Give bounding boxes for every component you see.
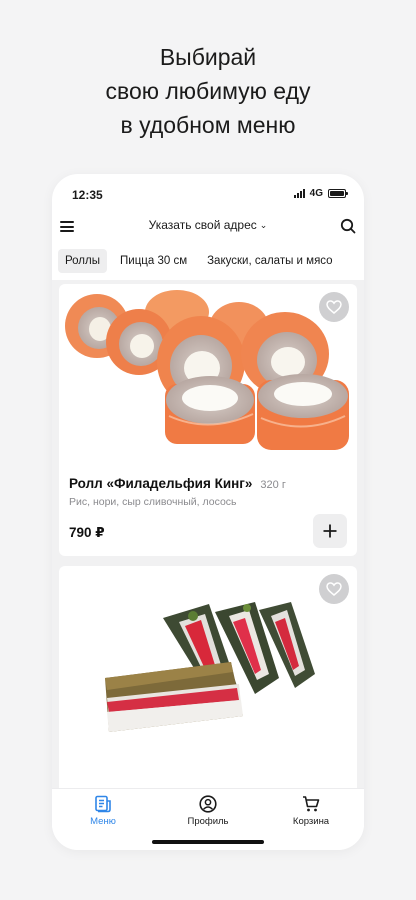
app-header: Указать свой адрес ⌄ — [52, 214, 364, 240]
product-title-row: Ролл «Филадельфия Кинг» 320 г — [69, 476, 286, 491]
nav-cart[interactable]: Корзина — [266, 795, 356, 827]
address-selector[interactable]: Указать свой адрес ⌄ — [52, 218, 364, 232]
heart-icon — [326, 582, 342, 596]
signal-icon — [293, 189, 305, 198]
product-price: 790 ₽ — [69, 525, 105, 540]
favorite-button[interactable] — [319, 292, 349, 322]
favorite-button[interactable] — [319, 574, 349, 604]
product-weight: 320 г — [260, 479, 286, 491]
address-label: Указать свой адрес — [148, 218, 257, 232]
promo-headline: Выбирай свою любимую еду в удобном меню — [0, 40, 416, 142]
nav-profile[interactable]: Профиль — [163, 795, 253, 827]
nav-profile-label: Профиль — [187, 816, 229, 827]
menu-document-icon — [95, 795, 111, 813]
product-description: Рис, нори, сыр сливочный, лосось — [69, 496, 237, 508]
promo-line-2: свою любимую еду — [105, 78, 311, 104]
promo-line-1: Выбирай — [159, 44, 257, 70]
nav-cart-label: Корзина — [292, 816, 330, 827]
profile-icon — [199, 795, 217, 813]
network-type: 4G — [309, 188, 323, 199]
tab-pizza[interactable]: Пицца 30 см — [113, 249, 194, 273]
battery-icon — [328, 189, 348, 198]
plus-icon — [323, 524, 337, 538]
tab-snacks[interactable]: Закуски, салаты и мясо — [200, 249, 339, 273]
product-image-philadelphia-roll — [65, 290, 349, 450]
nav-menu-label: Меню — [90, 816, 116, 827]
tab-rolls[interactable]: Роллы — [58, 249, 107, 273]
heart-icon — [326, 300, 342, 314]
home-indicator[interactable] — [152, 840, 264, 844]
product-card[interactable] — [59, 566, 357, 788]
category-tabs: Роллы Пицца 30 см Закуски, салаты и мясо — [58, 248, 340, 274]
product-card[interactable]: Ролл «Филадельфия Кинг» 320 г Рис, нори,… — [59, 284, 357, 556]
status-bar: 12:35 4G — [52, 174, 364, 214]
product-image-tempura-sandwich-roll — [105, 602, 315, 732]
product-feed[interactable]: Ролл «Филадельфия Кинг» 320 г Рис, нори,… — [52, 280, 364, 788]
nav-menu[interactable]: Меню — [58, 795, 148, 827]
add-to-cart-button[interactable] — [313, 514, 347, 548]
phone-frame: 12:35 4G Указать свой адрес ⌄ Роллы Пицца… — [52, 174, 364, 850]
product-name: Ролл «Филадельфия Кинг» — [69, 476, 253, 491]
chevron-down-icon: ⌄ — [259, 220, 268, 230]
status-indicators: 4G — [293, 188, 348, 199]
status-time: 12:35 — [72, 188, 103, 202]
search-icon[interactable] — [340, 218, 356, 234]
cart-icon — [303, 796, 320, 812]
promo-line-3: в удобном меню — [120, 112, 296, 138]
